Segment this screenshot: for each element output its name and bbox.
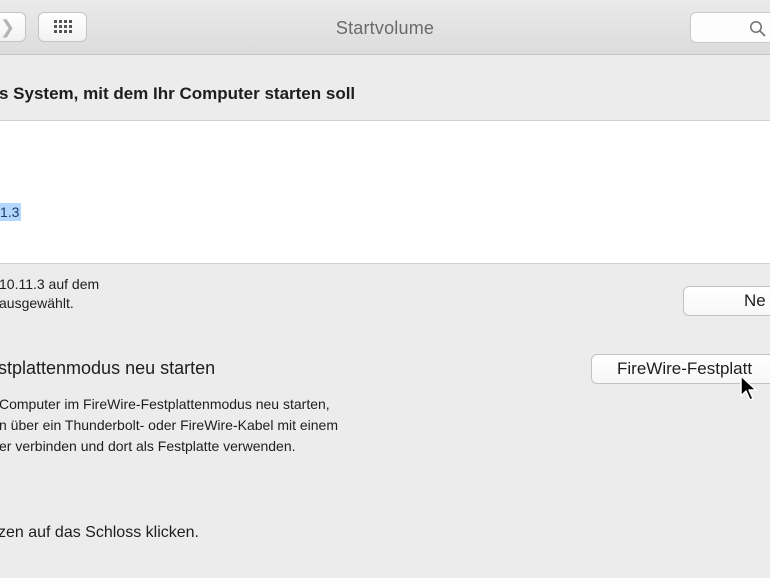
lock-hint-text: zen auf das Schloss klicken.: [0, 524, 199, 541]
selection-info-line-1: 10.11.3 auf dem: [0, 276, 100, 292]
selection-info-line-2: ausgewählt.: [0, 295, 74, 311]
selected-volume-label[interactable]: 1.3: [0, 203, 22, 221]
restart-button[interactable]: Ne: [683, 286, 770, 316]
firewire-desc-line-3: er verbinden und dort als Festplatte ver…: [0, 438, 296, 454]
firewire-desc-line-1: Computer im FireWire-Festplattenmodus ne…: [0, 396, 330, 412]
firewire-description: Computer im FireWire-Festplattenmodus ne…: [0, 394, 338, 457]
search-icon: [750, 21, 766, 37]
selection-info: 10.11.3 auf dem ausgewählt.: [0, 275, 99, 313]
firewire-section-title: stplattenmodus neu starten: [0, 358, 216, 378]
toolbar: ❯ Startvolume: [0, 0, 770, 55]
window-title: Startvolume: [335, 18, 435, 38]
startup-volume-list[interactable]: 1.3: [0, 120, 770, 264]
search-field[interactable]: [690, 12, 770, 43]
mouse-pointer-icon: [740, 375, 757, 401]
page-heading: s System, mit dem Ihr Computer starten s…: [0, 84, 356, 103]
firewire-desc-line-2: n über ein Thunderbolt- oder FireWire-Ka…: [0, 417, 339, 433]
